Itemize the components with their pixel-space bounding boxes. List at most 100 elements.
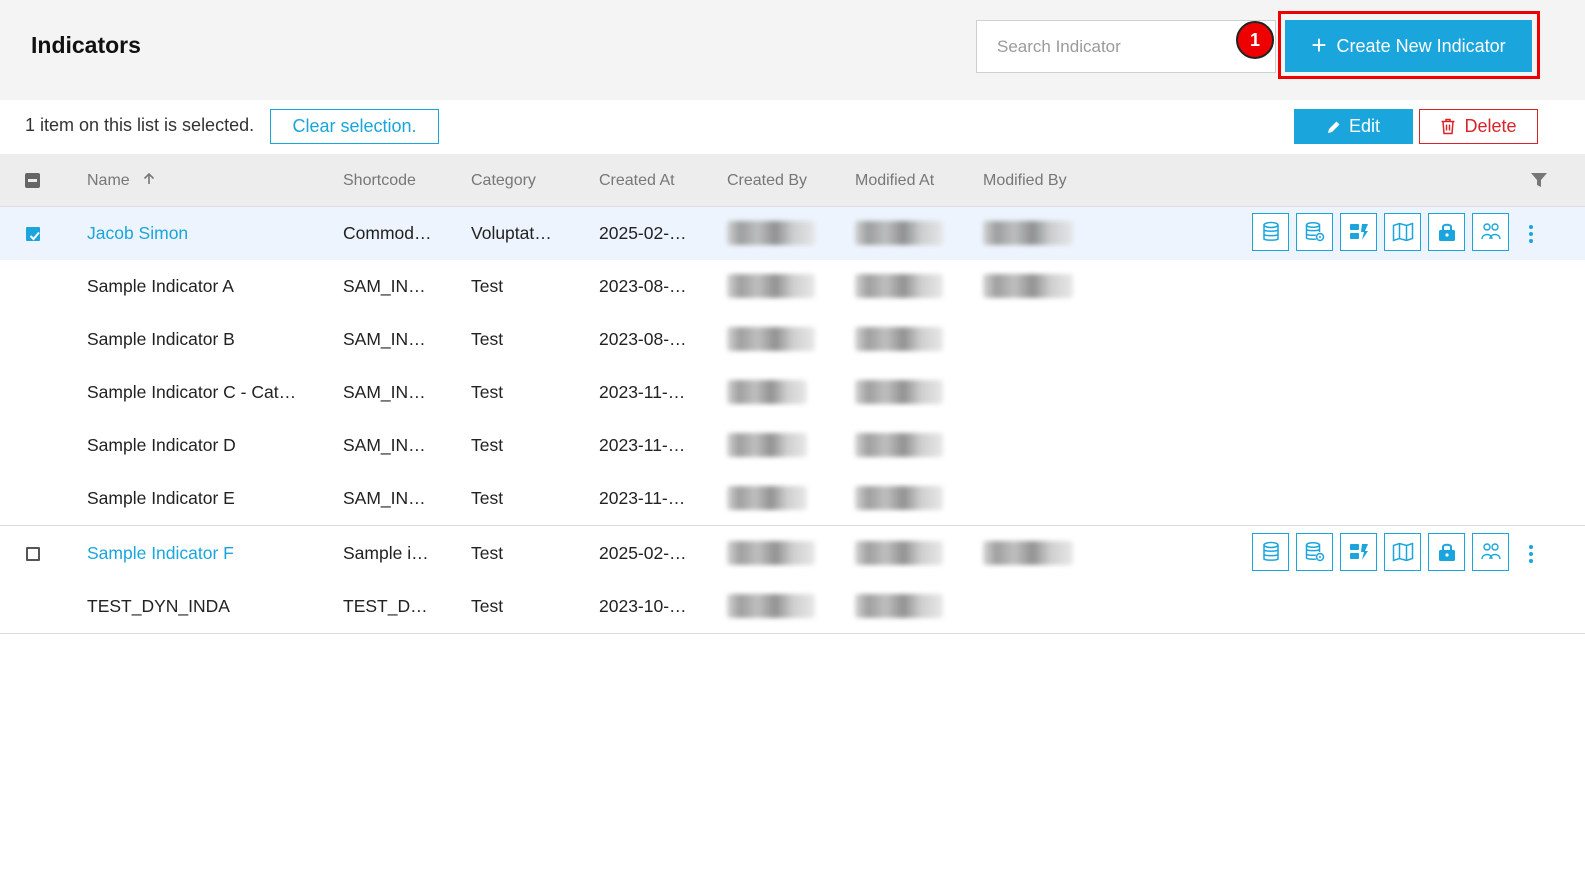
table-row[interactable]: Sample Indicator F Sample i… Test 2025-0…	[0, 527, 1585, 581]
cell-shortcode: SAM_IN…	[343, 276, 426, 296]
database-button[interactable]	[1252, 533, 1289, 571]
cell-name: Sample Indicator C - Cat…	[87, 382, 297, 402]
cell-category: Test	[471, 276, 504, 296]
dashboard-icon	[1349, 544, 1368, 560]
cell-created-at: 2023-08-…	[599, 276, 687, 296]
column-header-modified-by[interactable]: Modified By	[983, 154, 1067, 207]
permissions-button[interactable]	[1428, 213, 1465, 251]
cell-shortcode: SAM_IN…	[343, 382, 426, 402]
select-all-checkbox[interactable]	[25, 173, 40, 188]
table-row[interactable]: TEST_DYN_INDA TEST_D… Test 2023-10-…	[0, 580, 1585, 634]
redacted-modified-by	[983, 221, 1073, 245]
edit-label: Edit	[1348, 116, 1381, 136]
users-button[interactable]	[1472, 533, 1509, 571]
delete-button[interactable]: Delete	[1419, 109, 1538, 144]
check-icon	[29, 231, 40, 241]
cell-category: Test	[471, 329, 504, 349]
database-icon	[1262, 541, 1279, 561]
cell-shortcode: Sample i…	[343, 543, 429, 563]
redacted-created-by	[727, 433, 807, 457]
cell-name: Sample Indicator B	[87, 329, 235, 349]
redacted-created-by	[727, 274, 815, 298]
database-icon	[1262, 221, 1279, 241]
column-header-category[interactable]: Category	[471, 154, 536, 207]
users-icon	[1480, 223, 1501, 240]
search-input[interactable]	[976, 20, 1276, 73]
table-row[interactable]: Jacob Simon Commod… Voluptat… 2025-02-…	[0, 207, 1585, 261]
row-actions	[1252, 213, 1509, 253]
arrow-up-icon	[144, 172, 155, 184]
more-options-icon[interactable]	[1524, 219, 1538, 249]
redacted-modified-at	[855, 594, 943, 618]
redacted-modified-at	[855, 433, 943, 457]
cell-name: Sample Indicator A	[87, 276, 234, 296]
map-button[interactable]	[1384, 213, 1421, 251]
cell-name[interactable]: Sample Indicator F	[87, 527, 317, 580]
map-button[interactable]	[1384, 533, 1421, 571]
users-button[interactable]	[1472, 213, 1509, 251]
cell-shortcode: TEST_D…	[343, 596, 428, 616]
cell-created-at: 2023-11-…	[599, 488, 686, 508]
redacted-modified-at	[855, 486, 943, 510]
column-header-modified-at[interactable]: Modified At	[855, 154, 934, 207]
database-settings-button[interactable]	[1296, 213, 1333, 251]
table-header: Name Shortcode Category Created At Creat…	[0, 154, 1585, 207]
database-settings-icon	[1305, 541, 1324, 562]
redacted-modified-at	[855, 274, 943, 298]
more-options-icon[interactable]	[1524, 539, 1538, 569]
column-header-created-by[interactable]: Created By	[727, 154, 807, 207]
permissions-button[interactable]	[1428, 533, 1465, 571]
column-header-name[interactable]: Name	[87, 154, 156, 207]
cell-name: TEST_DYN_INDA	[87, 596, 230, 616]
redacted-modified-at	[855, 380, 943, 404]
redacted-created-by	[727, 327, 815, 351]
redacted-created-by	[727, 221, 815, 245]
table-row[interactable]: Sample Indicator C - Cat… SAM_IN… Test 2…	[0, 366, 1585, 420]
database-settings-button[interactable]	[1296, 533, 1333, 571]
database-button[interactable]	[1252, 213, 1289, 251]
cell-created-at: 2023-11-…	[599, 435, 686, 455]
dashboard-button[interactable]	[1340, 213, 1377, 251]
cell-name: Sample Indicator D	[87, 435, 236, 455]
column-header-shortcode[interactable]: Shortcode	[343, 154, 416, 207]
table-row[interactable]: Sample Indicator D SAM_IN… Test 2023-11-…	[0, 419, 1585, 473]
cell-name[interactable]: Jacob Simon	[87, 207, 317, 260]
redacted-modified-at	[855, 327, 943, 351]
dashboard-button[interactable]	[1340, 533, 1377, 571]
cell-created-at: 2023-11-…	[599, 382, 686, 402]
table-row[interactable]: Sample Indicator E SAM_IN… Test 2023-11-…	[0, 472, 1585, 526]
map-icon	[1392, 222, 1413, 242]
page-title: Indicators	[31, 32, 141, 58]
create-new-indicator-button[interactable]: + Create New Indicator	[1285, 20, 1532, 72]
plus-icon: +	[1311, 30, 1327, 60]
cell-created-at: 2025-02-…	[599, 223, 687, 243]
cell-shortcode: SAM_IN…	[343, 435, 426, 455]
cell-category: Voluptat…	[471, 223, 552, 243]
redacted-created-by	[727, 594, 815, 618]
redacted-modified-by	[983, 541, 1073, 565]
database-settings-icon	[1305, 221, 1324, 242]
step-badge: 1	[1236, 21, 1274, 59]
redacted-modified-at	[855, 221, 943, 245]
row-checkbox[interactable]	[26, 547, 40, 561]
cell-created-at: 2025-02-…	[599, 543, 687, 563]
delete-label: Delete	[1464, 116, 1517, 136]
table-row[interactable]: Sample Indicator B SAM_IN… Test 2023-08-…	[0, 313, 1585, 367]
clear-selection-button[interactable]: Clear selection.	[270, 109, 439, 144]
redacted-created-by	[727, 486, 807, 510]
filter-icon[interactable]	[1530, 171, 1548, 189]
trash-icon	[1441, 118, 1455, 135]
column-header-created-at[interactable]: Created At	[599, 154, 675, 207]
users-icon	[1480, 543, 1501, 560]
edit-button[interactable]: Edit	[1294, 109, 1413, 144]
page-header: Indicators 1 + Create New Indicator	[0, 0, 1585, 100]
pencil-icon	[1327, 121, 1340, 133]
redacted-created-by	[727, 541, 815, 565]
cell-category: Test	[471, 543, 504, 563]
column-name-label: Name	[87, 172, 130, 189]
table-row[interactable]: Sample Indicator A SAM_IN… Test 2023-08-…	[0, 260, 1585, 314]
cell-shortcode: SAM_IN…	[343, 488, 426, 508]
row-checkbox[interactable]	[26, 227, 40, 241]
row-actions	[1252, 533, 1509, 573]
cell-shortcode: SAM_IN…	[343, 329, 426, 349]
